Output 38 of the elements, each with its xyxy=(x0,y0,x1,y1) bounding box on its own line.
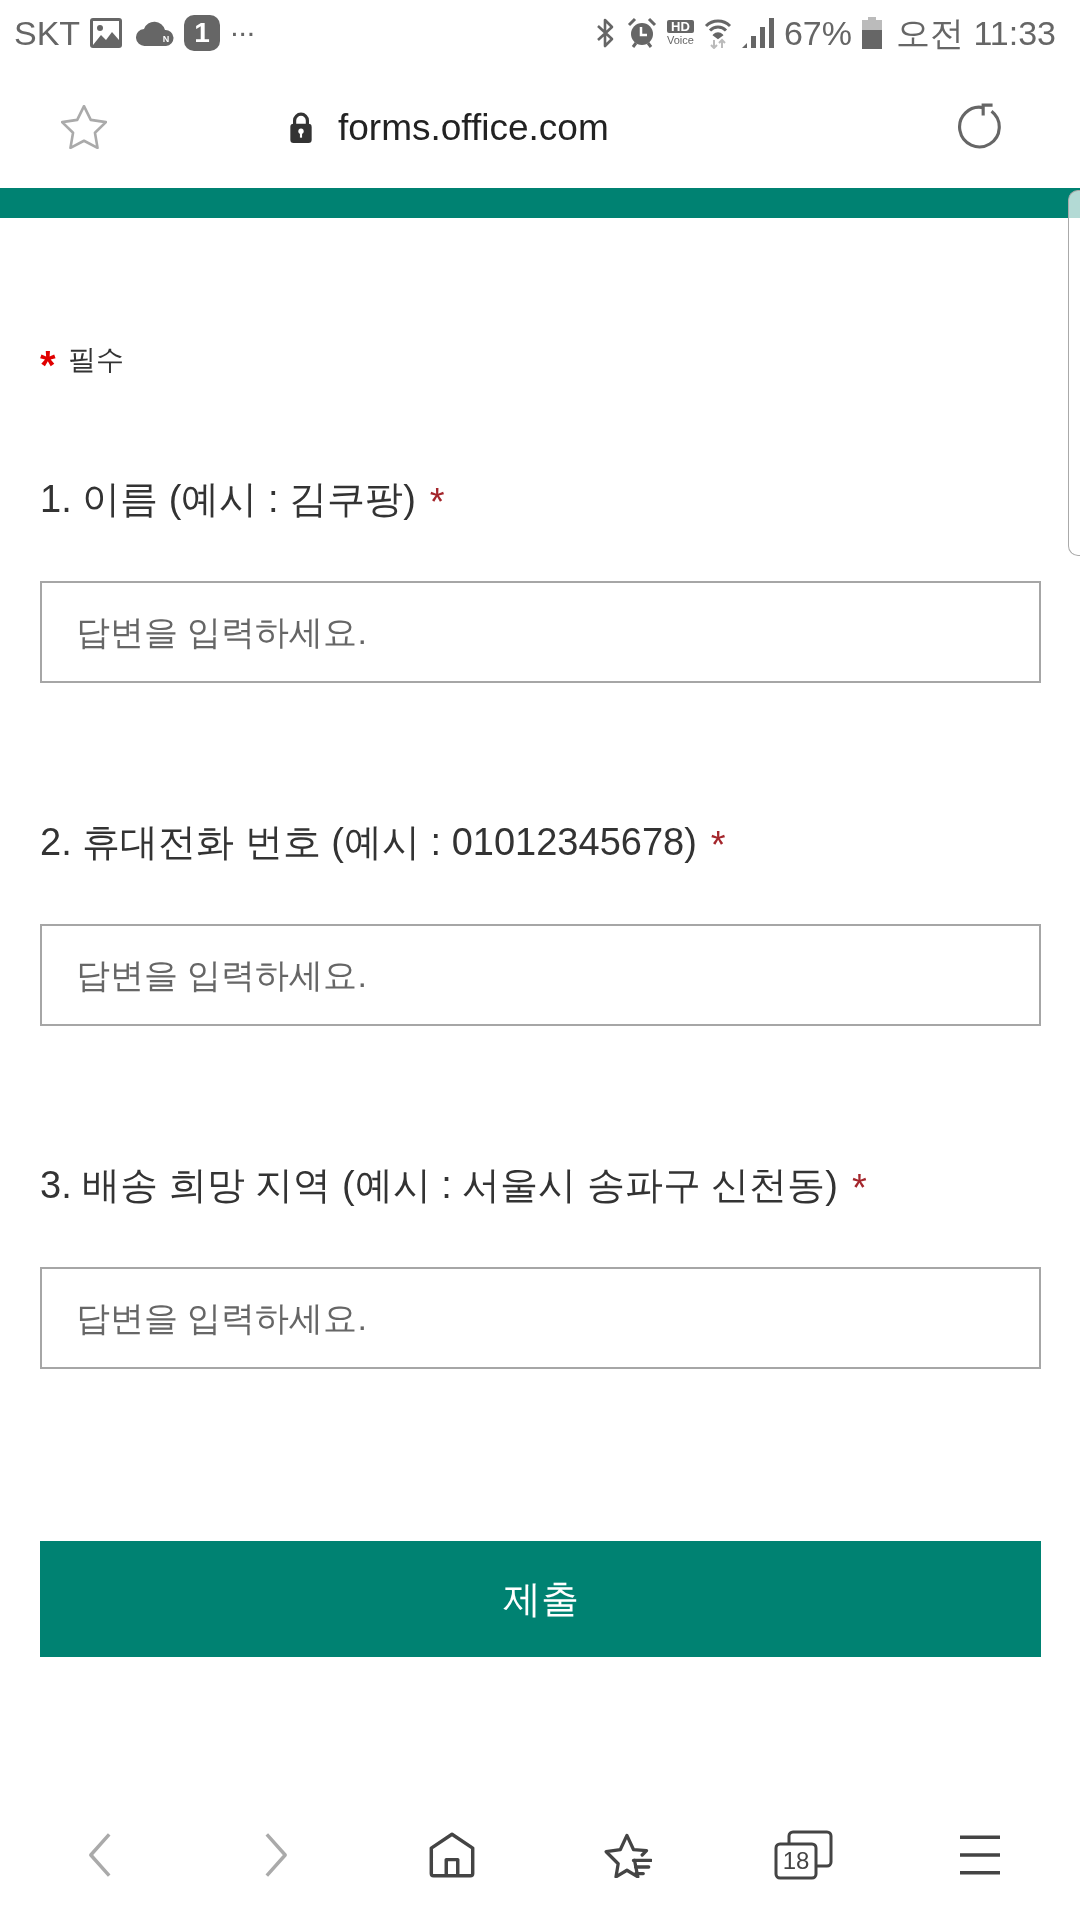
menu-icon xyxy=(957,1835,1003,1875)
battery-icon xyxy=(862,17,882,49)
question-label: 1. 이름 (예시 : 김쿠팡) xyxy=(40,480,416,518)
clock-time: 오전 11:33 xyxy=(896,16,1056,50)
wifi-icon xyxy=(703,17,732,49)
alarm-clock-icon xyxy=(627,17,657,49)
chevron-right-icon xyxy=(263,1832,289,1878)
required-asterisk: * xyxy=(852,1166,867,1207)
cloud-icon xyxy=(136,19,175,47)
hd-badge: HD xyxy=(667,20,694,33)
required-asterisk: * xyxy=(40,342,56,385)
required-asterisk: * xyxy=(710,823,726,864)
lock-icon xyxy=(288,111,314,143)
answer-input[interactable]: 답변을 입력하세요. xyxy=(40,924,1041,1026)
more-notifications: ... xyxy=(230,11,256,44)
carrier-name: SKT xyxy=(14,16,81,50)
tabs-button[interactable]: 18 xyxy=(773,1830,835,1880)
chevron-left-icon xyxy=(87,1832,113,1878)
url-text[interactable]: forms.office.com xyxy=(338,108,609,146)
signal-icon xyxy=(741,18,774,48)
required-asterisk: * xyxy=(429,480,445,521)
image-icon xyxy=(90,18,123,48)
refresh-icon xyxy=(956,103,1002,151)
app-badge: 1 xyxy=(184,15,221,51)
star-list-icon xyxy=(604,1832,652,1878)
question-label: 3. 배송 희망 지역 (예시 : 서울시 송파구 신천동) xyxy=(40,1166,839,1204)
question-label: 2. 휴대전화 번호 (예시 : 01012345678) xyxy=(40,823,697,861)
voice-label: Voice xyxy=(667,35,694,46)
cloud-letter: N xyxy=(162,35,170,44)
tabs-icon xyxy=(773,1830,835,1880)
home-button[interactable] xyxy=(427,1830,477,1880)
battery-percent: 67% xyxy=(783,16,852,50)
answer-input[interactable]: 답변을 입력하세요. xyxy=(40,1267,1041,1369)
required-note: 필수 xyxy=(67,346,124,374)
home-icon xyxy=(429,1832,475,1878)
submit-button[interactable]: 제출 xyxy=(40,1541,1041,1657)
scrollbar-thumb[interactable] xyxy=(1068,190,1080,556)
answer-input[interactable]: 답변을 입력하세요. xyxy=(40,581,1041,683)
